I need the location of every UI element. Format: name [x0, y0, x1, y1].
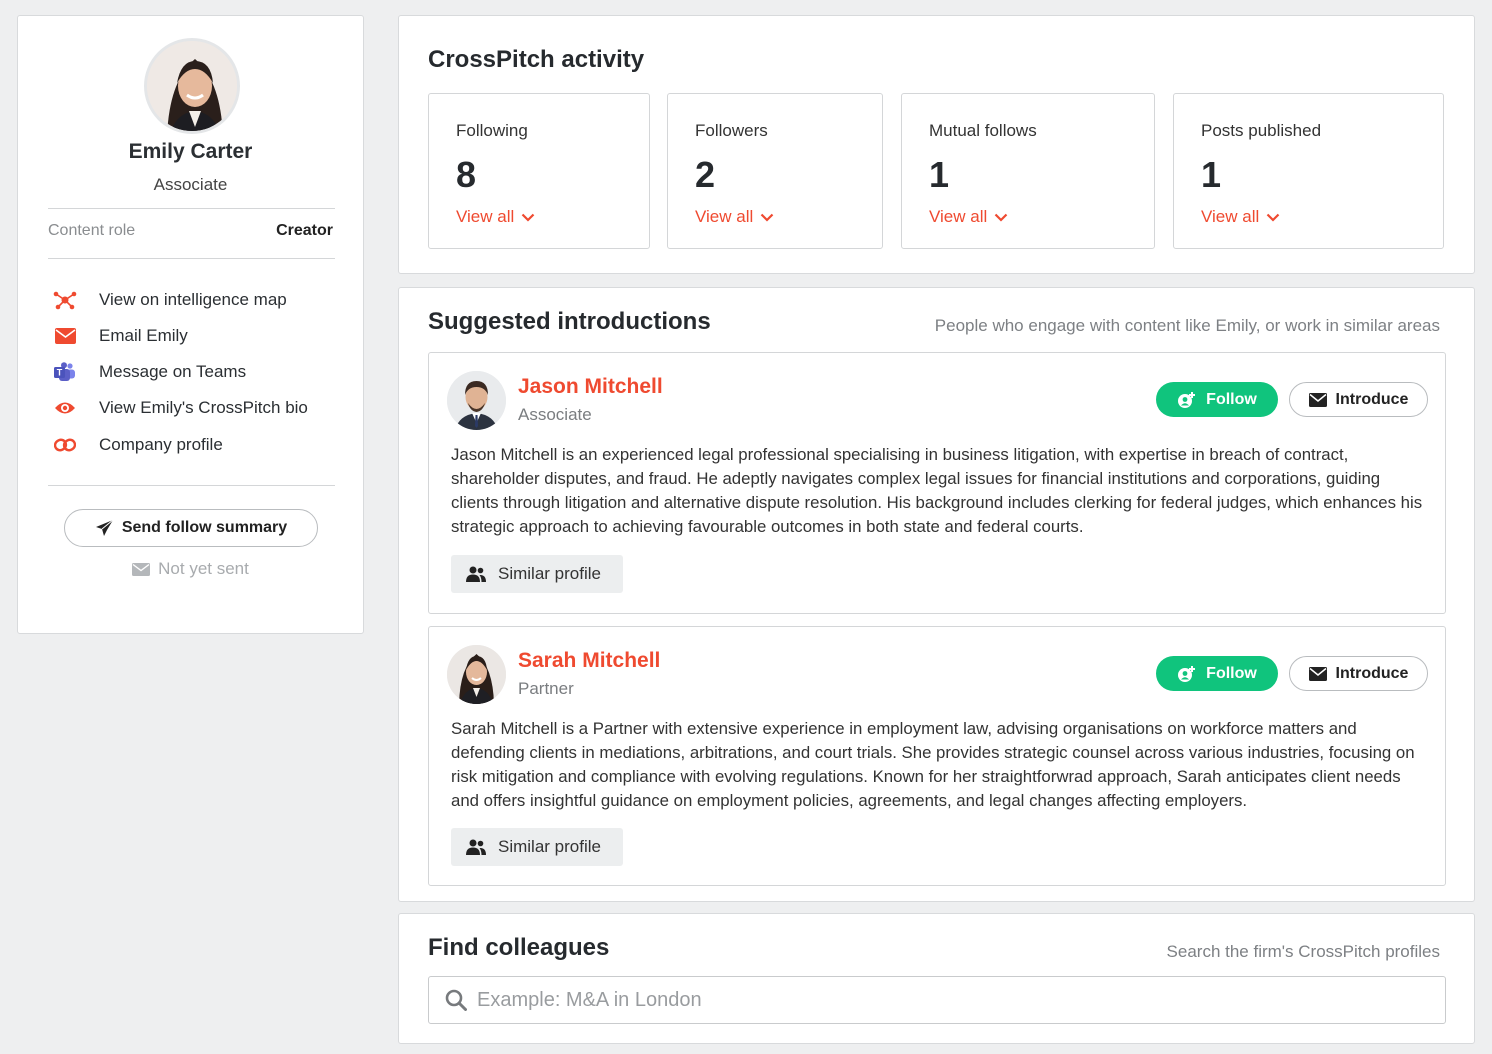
view-all-posts[interactable]: View all — [1201, 207, 1280, 227]
divider — [48, 258, 335, 259]
view-all-label: View all — [929, 207, 988, 226]
users-icon — [466, 566, 486, 582]
introduce-label: Introduce — [1335, 390, 1409, 408]
paper-plane-icon — [95, 519, 114, 536]
content-role-label: Content role — [48, 222, 136, 239]
network-icon — [52, 287, 78, 313]
link-bio[interactable]: View Emily's CrossPitch bio — [52, 395, 308, 421]
suggestion-bio: Sarah Mitchell is a Partner with extensi… — [451, 719, 1415, 810]
suggestion-card: Sarah Mitchell Partner Follow Introduce … — [428, 626, 1446, 886]
add-user-icon — [1178, 665, 1196, 682]
activity-panel: CrossPitch activity Following 8 View all… — [398, 15, 1475, 274]
similar-profile-label: Similar profile — [498, 837, 601, 856]
send-follow-summary-label: Send follow summary — [121, 519, 288, 536]
stat-value: 2 — [695, 154, 716, 195]
add-user-icon — [1178, 391, 1196, 408]
stat-label: Mutual follows — [929, 121, 1037, 140]
stat-value: 8 — [456, 154, 477, 195]
follow-label: Follow — [1206, 390, 1257, 408]
find-title: Find colleagues — [428, 934, 610, 961]
stat-following: Following 8 View all — [428, 93, 650, 249]
users-icon — [466, 839, 486, 855]
view-all-mutual-follows[interactable]: View all — [929, 207, 1008, 227]
suggestion-name[interactable]: Jason Mitchell — [518, 375, 663, 399]
follow-button[interactable]: Follow — [1156, 382, 1278, 417]
search-box — [428, 976, 1446, 1024]
suggested-introductions-panel: Suggested introductions People who engag… — [398, 287, 1475, 902]
follow-label: Follow — [1206, 664, 1257, 682]
teams-icon: T — [52, 359, 78, 385]
stat-label: Following — [456, 121, 528, 140]
introduce-label: Introduce — [1335, 664, 1409, 682]
suggestion-bio: Jason Mitchell is an experienced legal p… — [451, 445, 1423, 536]
stat-label: Followers — [695, 121, 768, 140]
link-company-profile[interactable]: Company profile — [52, 432, 223, 458]
eye-icon — [52, 395, 78, 421]
similar-profile-button[interactable]: Similar profile — [451, 555, 623, 593]
envelope-icon — [52, 323, 78, 349]
stat-followers: Followers 2 View all — [667, 93, 883, 249]
divider — [48, 208, 335, 209]
send-follow-summary-button[interactable]: Send follow summary — [64, 509, 318, 547]
link-label: Email Emily — [99, 326, 188, 345]
chevron-down-icon — [761, 213, 774, 222]
suggestion-role: Partner — [518, 679, 574, 698]
content-role-value: Creator — [276, 222, 333, 239]
envelope-icon — [132, 562, 151, 576]
avatar — [447, 371, 506, 430]
introduce-button[interactable]: Introduce — [1289, 382, 1428, 417]
chevron-down-icon — [995, 213, 1008, 222]
search-icon — [445, 989, 467, 1011]
envelope-icon — [1308, 392, 1327, 407]
follow-button[interactable]: Follow — [1156, 656, 1278, 691]
suggestions-title: Suggested introductions — [428, 308, 711, 335]
suggestion-name[interactable]: Sarah Mitchell — [518, 649, 660, 673]
introduce-button[interactable]: Introduce — [1289, 656, 1428, 691]
send-status-label: Not yet sent — [158, 559, 249, 578]
similar-profile-label: Similar profile — [498, 564, 601, 583]
profile-avatar — [144, 38, 240, 134]
link-intelligence-map[interactable]: View on intelligence map — [52, 287, 287, 313]
similar-profile-button[interactable]: Similar profile — [451, 828, 623, 866]
svg-text:T: T — [57, 368, 63, 378]
link-label: View on intelligence map — [99, 290, 287, 309]
divider — [48, 485, 335, 486]
stat-value: 1 — [929, 154, 950, 195]
chevron-down-icon — [1267, 213, 1280, 222]
view-all-label: View all — [456, 207, 515, 226]
view-all-followers[interactable]: View all — [695, 207, 774, 227]
search-input[interactable] — [477, 988, 1377, 1012]
stat-label: Posts published — [1201, 121, 1322, 140]
view-all-following[interactable]: View all — [456, 207, 535, 227]
activity-title: CrossPitch activity — [428, 46, 645, 73]
profile-name: Emily Carter — [128, 140, 253, 163]
stat-value: 1 — [1201, 154, 1222, 195]
find-subtitle: Search the firm's CrossPitch profiles — [1166, 942, 1440, 961]
chevron-down-icon — [522, 213, 535, 222]
link-email[interactable]: Email Emily — [52, 323, 188, 349]
envelope-icon — [1308, 666, 1327, 681]
link-label: Company profile — [99, 435, 223, 454]
link-teams[interactable]: T Message on Teams — [52, 359, 246, 385]
suggestions-subtitle: People who engage with content like Emil… — [934, 316, 1440, 335]
link-icon — [52, 432, 78, 458]
profile-card: Emily Carter Associate Content role Crea… — [17, 15, 364, 634]
avatar — [447, 645, 506, 704]
suggestion-card: Jason Mitchell Associate Follow Introduc… — [428, 352, 1446, 614]
send-status: Not yet sent — [18, 559, 363, 579]
stat-mutual-follows: Mutual follows 1 View all — [901, 93, 1155, 249]
suggestion-role: Associate — [518, 405, 592, 424]
view-all-label: View all — [1201, 207, 1260, 226]
view-all-label: View all — [695, 207, 754, 226]
link-label: Message on Teams — [99, 362, 247, 381]
stat-posts-published: Posts published 1 View all — [1173, 93, 1444, 249]
find-colleagues-panel: Find colleagues Search the firm's CrossP… — [398, 913, 1475, 1044]
profile-title: Associate — [153, 175, 228, 194]
link-label: View Emily's CrossPitch bio — [99, 398, 308, 417]
